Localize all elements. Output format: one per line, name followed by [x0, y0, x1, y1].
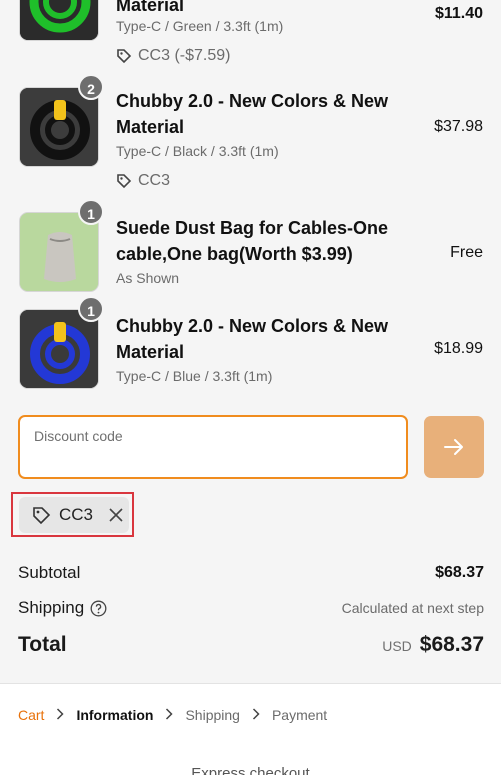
tag-icon: [117, 174, 132, 189]
breadcrumb-cart[interactable]: Cart: [18, 707, 44, 723]
product-variant: Type-C / Green / 3.3ft (1m): [116, 18, 284, 34]
product-variant: Type-C / Blue / 3.3ft (1m): [116, 368, 273, 384]
breadcrumb-payment: Payment: [271, 707, 328, 723]
arrow-right-icon: [444, 439, 463, 455]
product-title: Suede Dust Bag for Cables-One cable,One …: [116, 218, 389, 264]
applied-discount-chip: CC3: [19, 497, 129, 533]
product-price: Free: [450, 244, 483, 261]
product-price: $37.98: [434, 118, 483, 135]
quantity-badge: 1: [78, 296, 104, 322]
close-icon[interactable]: [107, 506, 125, 524]
chevron-right-icon: [252, 707, 260, 723]
product-price: $11.40: [434, 5, 483, 22]
subtotal-label: Subtotal: [18, 563, 81, 582]
chevron-right-icon: [165, 707, 174, 723]
product-variant: As Shown: [116, 270, 180, 286]
quantity-badge: 2: [78, 74, 104, 100]
currency-code: USD: [382, 638, 412, 654]
discount-code-input[interactable]: Discount code: [18, 415, 408, 479]
shipping-row: Shipping Calculated at next step: [18, 598, 484, 618]
shipping-label-group: Shipping: [18, 598, 107, 618]
order-summary: Material Type-C / Green / 3.3ft (1m) CC3…: [0, 0, 501, 684]
discount-allocation: CC3: [116, 170, 170, 192]
shipping-label: Shipping: [18, 598, 85, 617]
total-value: $68.37: [419, 633, 484, 656]
shipping-value: Calculated at next step: [341, 600, 484, 616]
product-thumbnail: [19, 0, 99, 41]
discount-allocation: CC3 (-$7.59): [116, 45, 230, 67]
tag-icon: [117, 49, 132, 64]
discount-code-placeholder: Discount code: [34, 428, 123, 444]
total-label: Total: [18, 633, 67, 656]
applied-discount-code: CC3: [59, 505, 94, 524]
breadcrumb-information: Information: [76, 707, 154, 723]
express-checkout-heading: Express checkout: [191, 765, 310, 775]
chevron-right-icon: [56, 707, 65, 723]
product-title: Chubby 2.0 - New Colors & New Material: [116, 316, 389, 362]
quantity-badge: 1: [78, 199, 104, 225]
subtotal-row: Subtotal $68.37: [18, 563, 484, 583]
breadcrumb: Cart Information Shipping Payment: [18, 707, 327, 723]
breadcrumb-shipping: Shipping: [185, 707, 240, 723]
apply-discount-button[interactable]: [424, 416, 484, 478]
subtotal-value: $68.37: [435, 564, 484, 581]
product-title: Chubby 2.0 - New Colors & New Material: [116, 91, 389, 137]
product-variant: Type-C / Black / 3.3ft (1m): [116, 143, 279, 159]
discount-allocation-text: CC3 (-$7.59): [138, 47, 231, 64]
tag-icon: [33, 507, 51, 525]
product-price: $18.99: [434, 340, 483, 357]
help-icon[interactable]: [90, 600, 107, 617]
total-row: Total USD $68.37: [18, 633, 484, 657]
total-amount-group: USD $68.37: [382, 633, 484, 657]
discount-allocation-text: CC3: [138, 172, 171, 189]
